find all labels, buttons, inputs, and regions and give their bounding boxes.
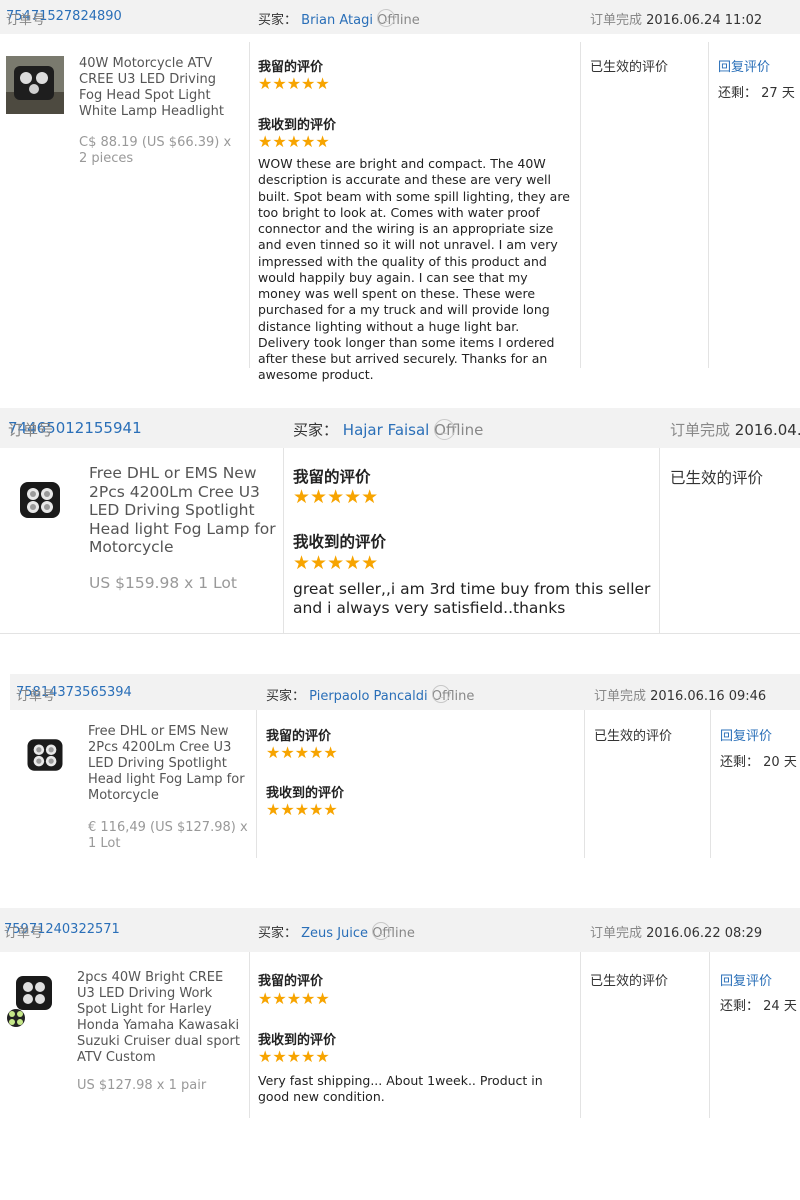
remaining-label: 还剩： xyxy=(718,86,758,101)
effective-review-status: 已生效的评价 xyxy=(594,729,673,744)
column-divider xyxy=(283,448,284,633)
my-review-stars: ★★★★★ xyxy=(258,74,330,93)
column-divider xyxy=(710,710,711,858)
effective-review-status: 已生效的评价 xyxy=(590,974,669,989)
order-block-3: 订单号 75814373565394 买家： Pierpaolo Pancald… xyxy=(0,666,800,860)
product-title-link[interactable]: 40W Motorcycle ATV CREE U3 LED Driving F… xyxy=(79,56,241,120)
buyer-label: 买家： xyxy=(258,926,298,941)
remaining-days: 还剩： 24 天 xyxy=(720,995,797,1014)
received-review-stars: ★★★★★ xyxy=(293,552,379,574)
buyer-name-link[interactable]: Zeus Juice xyxy=(301,926,368,941)
product-price: € 116,49 (US $127.98) x 1 Lot xyxy=(88,820,248,851)
order-complete-label: 订单完成 xyxy=(590,13,643,28)
product-title-link[interactable]: Free DHL or EMS New 2Pcs 4200Lm Cree U3 … xyxy=(89,464,279,557)
order-complete-label: 订单完成 xyxy=(670,421,731,439)
received-review-heading: 我收到的评价 xyxy=(293,533,387,551)
product-price: US $127.98 x 1 pair xyxy=(77,1078,207,1093)
buyer-name-link[interactable]: Brian Atagi xyxy=(301,13,373,28)
product-thumbnail[interactable] xyxy=(24,734,66,776)
order-header: 订单号 75971240322571 买家： Zeus Juice Offlin… xyxy=(0,908,800,952)
received-review-stars: ★★★★★ xyxy=(266,800,338,819)
order-number-label: 订单号 xyxy=(6,13,46,28)
column-divider xyxy=(708,42,709,368)
column-divider xyxy=(580,952,581,1118)
chat-face-icon[interactable] xyxy=(434,419,456,440)
received-review-text: great seller,,i am 3rd time buy from thi… xyxy=(293,580,651,617)
remaining-label: 还剩： xyxy=(720,755,760,770)
column-divider xyxy=(580,42,581,368)
product-title-link[interactable]: 2pcs 40W Bright CREE U3 LED Driving Work… xyxy=(77,970,241,1066)
remaining-days: 还剩： 27 天 xyxy=(718,82,795,101)
my-review-stars: ★★★★★ xyxy=(266,743,338,762)
reply-review-link[interactable]: 回复评价 xyxy=(718,56,770,75)
my-review-heading: 我留的评价 xyxy=(293,468,371,486)
received-review-heading: 我收到的评价 xyxy=(258,1033,337,1048)
product-thumbnail[interactable] xyxy=(16,476,64,524)
order-number-label: 订单号 xyxy=(8,421,54,439)
buyer-label: 买家： xyxy=(293,421,339,439)
order-header: 订单号 75471527824890 买家： Brian Atagi Offli… xyxy=(0,0,800,34)
received-review-text: WOW these are bright and compact. The 40… xyxy=(258,156,570,383)
chat-face-icon[interactable] xyxy=(431,685,450,703)
my-review-heading: 我留的评价 xyxy=(258,60,324,75)
reply-review-link[interactable]: 回复评价 xyxy=(720,970,772,989)
order-complete-time: 2016.04.2 xyxy=(734,421,800,439)
effective-review-status: 已生效的评价 xyxy=(670,469,764,487)
remaining-days: 还剩： 20 天 xyxy=(720,751,797,770)
chat-face-icon[interactable] xyxy=(377,9,396,27)
order-complete-label: 订单完成 xyxy=(594,689,647,704)
buyer-label: 买家： xyxy=(258,13,298,28)
received-review-text: Very fast shipping... About 1week.. Prod… xyxy=(258,1073,543,1104)
column-divider xyxy=(249,952,250,1118)
received-review-stars: ★★★★★ xyxy=(258,132,330,151)
order-complete-time: 2016.06.16 09:46 xyxy=(650,689,767,704)
column-divider xyxy=(709,952,710,1118)
buyer-label: 买家： xyxy=(266,689,306,704)
received-review-heading: 我收到的评价 xyxy=(258,118,337,133)
product-price: US $159.98 x 1 Lot xyxy=(89,574,237,592)
remaining-value: 24 天 xyxy=(763,999,797,1014)
remaining-value: 20 天 xyxy=(763,755,797,770)
product-price: C$ 88.19 (US $66.39) x 2 pieces xyxy=(79,135,232,166)
column-divider xyxy=(659,448,660,633)
reply-review-link[interactable]: 回复评价 xyxy=(720,725,772,744)
buyer-name-link[interactable]: Hajar Faisal xyxy=(343,421,430,439)
product-thumbnail[interactable] xyxy=(6,56,64,114)
product-title-link[interactable]: Free DHL or EMS New 2Pcs 4200Lm Cree U3 … xyxy=(88,724,250,804)
received-review-heading: 我收到的评价 xyxy=(266,786,345,801)
order-header: 订单号 74465012155941 买家： Hajar Faisal Offl… xyxy=(0,408,800,448)
column-divider xyxy=(256,710,257,858)
order-block-2: 订单号 74465012155941 买家： Hajar Faisal Offl… xyxy=(0,400,800,636)
remaining-value: 27 天 xyxy=(761,86,795,101)
order-number-label: 订单号 xyxy=(16,689,56,704)
my-review-stars: ★★★★★ xyxy=(258,989,330,1008)
remaining-label: 还剩： xyxy=(720,999,760,1014)
order-complete-time: 2016.06.24 11:02 xyxy=(646,13,763,28)
product-thumbnail[interactable] xyxy=(4,972,56,1028)
received-review-stars: ★★★★★ xyxy=(258,1047,330,1066)
row-divider xyxy=(0,633,800,634)
order-block-1: 订单号 75471527824890 买家： Brian Atagi Offli… xyxy=(0,0,800,382)
column-divider xyxy=(584,710,585,858)
order-number-label: 订单号 xyxy=(4,926,44,941)
my-review-heading: 我留的评价 xyxy=(266,729,332,744)
my-review-heading: 我留的评价 xyxy=(258,974,324,989)
column-divider xyxy=(249,42,250,368)
buyer-name-link[interactable]: Pierpaolo Pancaldi xyxy=(309,689,427,704)
order-block-4: 订单号 75971240322571 买家： Zeus Juice Offlin… xyxy=(0,900,800,1120)
order-complete-time: 2016.06.22 08:29 xyxy=(646,926,763,941)
order-complete-label: 订单完成 xyxy=(590,926,643,941)
my-review-stars: ★★★★★ xyxy=(293,486,379,508)
order-header: 订单号 75814373565394 买家： Pierpaolo Pancald… xyxy=(10,674,800,710)
effective-review-status: 已生效的评价 xyxy=(590,60,669,75)
